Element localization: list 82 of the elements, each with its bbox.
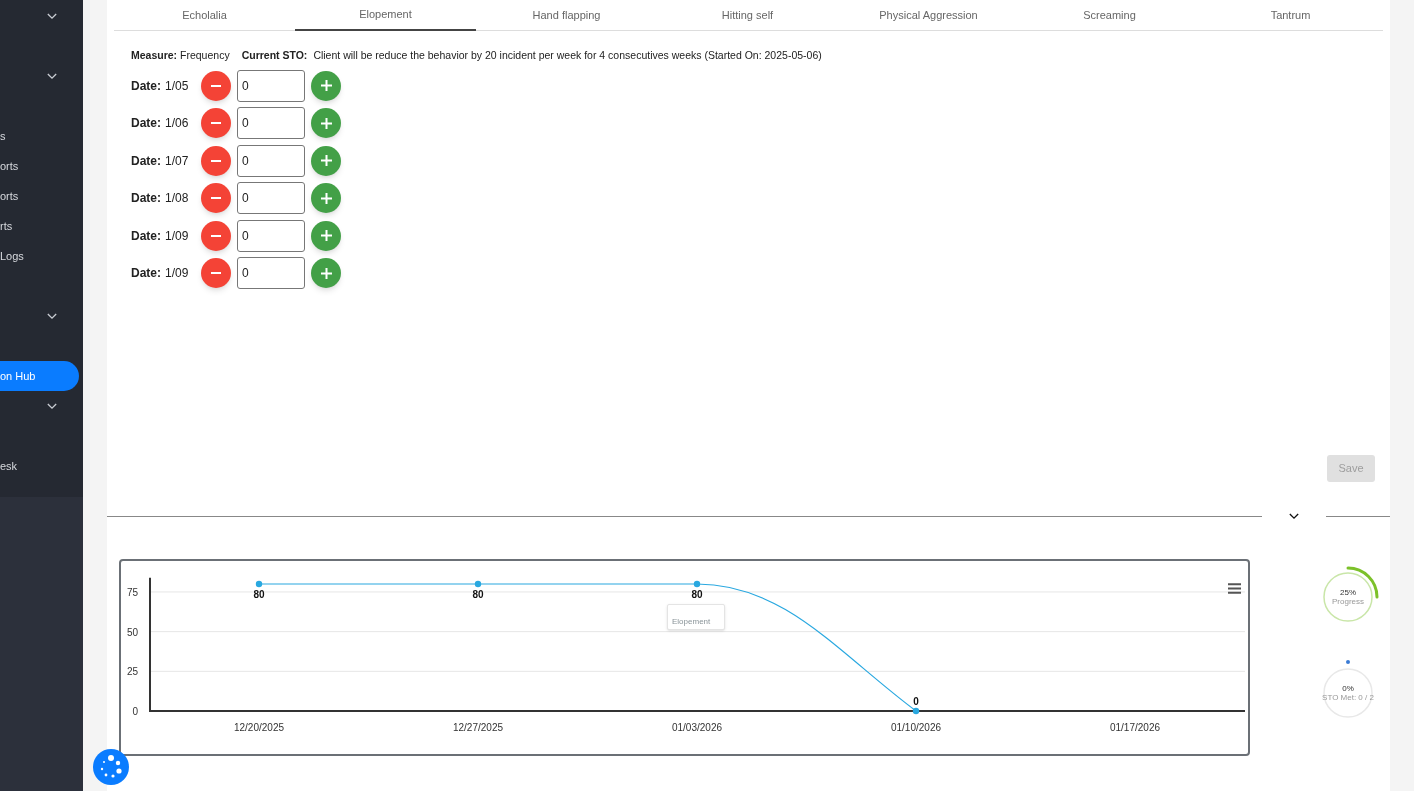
plus-icon xyxy=(320,267,332,279)
sidebar-item[interactable]: orts xyxy=(0,181,19,211)
date-label: Date: xyxy=(131,227,162,245)
current-sto-label: Current STO: xyxy=(241,48,308,63)
count-field[interactable]: 0 xyxy=(237,182,305,214)
data-label: 80 xyxy=(253,589,265,600)
gauge-value: 25% xyxy=(1340,588,1356,597)
sidebar-item[interactable]: Logs xyxy=(0,241,24,271)
count-field[interactable]: 0 xyxy=(237,144,305,177)
minus-icon xyxy=(211,122,221,124)
increment-button[interactable] xyxy=(311,145,341,176)
chevron-down-icon[interactable] xyxy=(1289,512,1299,520)
count-field[interactable]: 0 xyxy=(237,107,305,139)
tab[interactable]: Hand flapping xyxy=(476,0,657,31)
measure-text: Measure: Frequency xyxy=(131,48,230,63)
data-label: 0 xyxy=(913,696,919,707)
increment-button[interactable] xyxy=(311,183,341,213)
date-value: 1/08 xyxy=(165,190,190,207)
tab[interactable]: Echolalia xyxy=(114,0,295,31)
date-value: 1/06 xyxy=(165,115,190,132)
plus-icon xyxy=(320,80,332,91)
increment-button[interactable] xyxy=(311,70,341,101)
y-tick-label: 25 xyxy=(126,666,138,678)
date-value: 1/09 xyxy=(165,265,190,282)
decrement-button[interactable] xyxy=(201,183,231,213)
tab[interactable]: Hitting self xyxy=(657,0,838,31)
y-tick-label: 50 xyxy=(126,626,138,638)
y-tick-label: 75 xyxy=(126,586,138,598)
gauge-label: STO Met: 0 / 2 xyxy=(1322,693,1374,702)
sidebar-item[interactable]: rts xyxy=(0,211,13,241)
plus-icon xyxy=(320,117,332,129)
x-tick-label: 01/10/2026 xyxy=(890,722,942,733)
increment-button[interactable] xyxy=(311,220,341,251)
decrement-button[interactable] xyxy=(201,70,231,101)
date-label: Date: xyxy=(131,190,162,207)
count-field[interactable]: 0 xyxy=(237,219,305,252)
count-field[interactable]: 0 xyxy=(237,257,305,289)
data-label: 80 xyxy=(691,589,703,600)
minus-icon xyxy=(211,159,221,162)
sidebar-item[interactable]: orts xyxy=(0,151,19,181)
plus-icon xyxy=(320,230,332,241)
date-label: Date: xyxy=(131,77,162,95)
sidebar-item[interactable]: s xyxy=(0,121,6,151)
date-value: 1/09 xyxy=(165,227,190,245)
increment-button[interactable] xyxy=(311,258,341,288)
sidebar-item[interactable]: on Hub xyxy=(0,361,79,391)
current-sto-text: Client will be reduce the behavior by 20 incident per week for 4 consecutives weeks (Started On: 2025-05-06) xyxy=(313,48,822,63)
decrement-button[interactable] xyxy=(201,258,231,288)
tab[interactable]: Tantrum xyxy=(1200,0,1381,31)
x-tick-label: 12/20/2025 xyxy=(233,722,285,733)
decrement-button[interactable] xyxy=(201,145,231,176)
minus-icon xyxy=(211,272,221,274)
minus-icon xyxy=(211,84,221,87)
y-tick-label: 0 xyxy=(132,706,138,717)
decrement-button[interactable] xyxy=(201,220,231,251)
minus-icon xyxy=(211,197,221,199)
menu-icon[interactable] xyxy=(1228,583,1241,594)
count-field[interactable]: 0 xyxy=(237,69,305,102)
date-value: 1/05 xyxy=(165,77,190,95)
tab[interactable]: Screaming xyxy=(1019,0,1200,31)
decrement-button[interactable] xyxy=(201,108,231,138)
dots-icon xyxy=(98,754,124,780)
data-point[interactable] xyxy=(912,707,920,715)
plus-icon xyxy=(320,192,332,204)
date-label: Date: xyxy=(131,115,162,132)
tab[interactable]: Elopement xyxy=(295,0,476,31)
tooltip-series-name: Elopement xyxy=(672,617,711,626)
x-tick-label: 01/03/2026 xyxy=(671,722,723,733)
x-tick-label: 12/27/2025 xyxy=(452,722,504,733)
date-label: Date: xyxy=(131,265,162,282)
date-label: Date: xyxy=(131,152,162,170)
plus-icon xyxy=(320,155,332,166)
x-tick-label: 01/17/2026 xyxy=(1109,722,1161,733)
floating-action-button[interactable] xyxy=(93,749,129,785)
data-label: 80 xyxy=(472,589,484,600)
increment-button[interactable] xyxy=(311,108,341,138)
date-value: 1/07 xyxy=(165,152,190,170)
gauge-value: 0% xyxy=(1342,684,1354,693)
sidebar-item[interactable]: esk xyxy=(0,451,18,481)
minus-icon xyxy=(211,234,221,237)
gauge-label: Progress xyxy=(1332,597,1364,606)
tab[interactable]: Physical Aggression xyxy=(838,0,1019,31)
